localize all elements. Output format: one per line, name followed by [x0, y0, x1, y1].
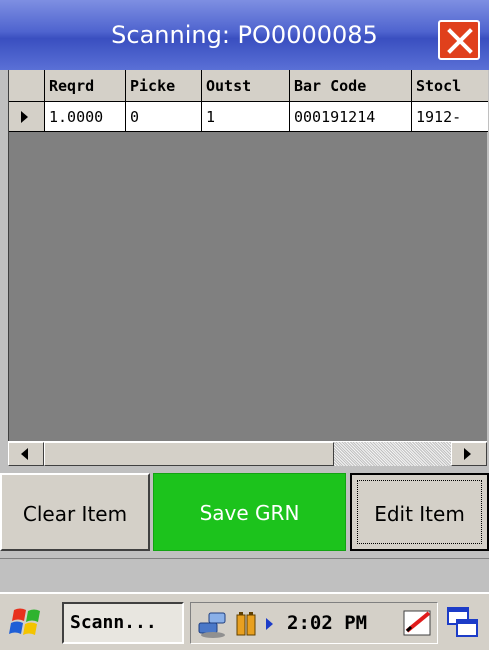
title-bar: Scanning: PO0000085 — [0, 0, 489, 70]
arrow-left-icon — [21, 448, 28, 460]
grid-corner-cell — [9, 70, 45, 102]
row-pointer-icon — [21, 111, 28, 123]
arrow-right-icon — [464, 448, 471, 460]
battery-icon[interactable] — [233, 609, 259, 639]
items-grid[interactable]: Reqrd Picke Outst Bar Code Stocl 1.0000 … — [8, 70, 488, 465]
scroll-thumb[interactable] — [44, 442, 334, 466]
system-tray: 2:02 PM — [190, 602, 438, 644]
row-selector[interactable] — [9, 102, 45, 132]
status-bar — [0, 558, 489, 592]
tray-arrow-icon[interactable] — [265, 617, 275, 631]
cell-bar-code[interactable]: 000191214 — [290, 102, 412, 132]
clear-item-button[interactable]: Clear Item — [0, 473, 150, 551]
save-grn-button[interactable]: Save GRN — [153, 473, 346, 551]
windows-start-icon — [9, 608, 40, 635]
scroll-right-button[interactable] — [451, 442, 487, 466]
close-button[interactable] — [438, 20, 480, 60]
close-icon — [447, 28, 473, 54]
pen-input-icon[interactable] — [401, 607, 435, 641]
column-header-stock[interactable]: Stocl — [412, 70, 488, 102]
edit-item-button[interactable]: Edit Item — [350, 473, 489, 551]
taskbar: Scann... 2:02 PM — [0, 592, 489, 650]
start-button[interactable] — [6, 604, 56, 644]
scroll-left-button[interactable] — [8, 442, 44, 466]
column-header-picked[interactable]: Picke — [126, 70, 202, 102]
cell-picked[interactable]: 0 — [126, 102, 202, 132]
cell-outstanding[interactable]: 1 — [202, 102, 290, 132]
scroll-track[interactable] — [334, 442, 451, 466]
edit-item-label: Edit Item — [374, 502, 465, 526]
window-title: Scanning: PO0000085 — [111, 21, 378, 49]
grid-header: Reqrd Picke Outst Bar Code Stocl — [9, 70, 488, 102]
column-header-reqrd[interactable]: Reqrd — [45, 70, 126, 102]
windows-switch-icon[interactable] — [446, 606, 480, 640]
cell-stock[interactable]: 1912- — [412, 102, 488, 132]
column-header-outstanding[interactable]: Outst — [202, 70, 290, 102]
horizontal-scrollbar[interactable] — [8, 441, 487, 466]
taskbar-item-scanning[interactable]: Scann... — [62, 602, 184, 644]
table-row[interactable]: 1.0000 0 1 000191214 1912- — [9, 102, 488, 132]
clock[interactable]: 2:02 PM — [287, 603, 367, 643]
cell-reqrd[interactable]: 1.0000 — [45, 102, 126, 132]
network-icon[interactable] — [197, 609, 229, 639]
column-header-bar-code[interactable]: Bar Code — [290, 70, 412, 102]
